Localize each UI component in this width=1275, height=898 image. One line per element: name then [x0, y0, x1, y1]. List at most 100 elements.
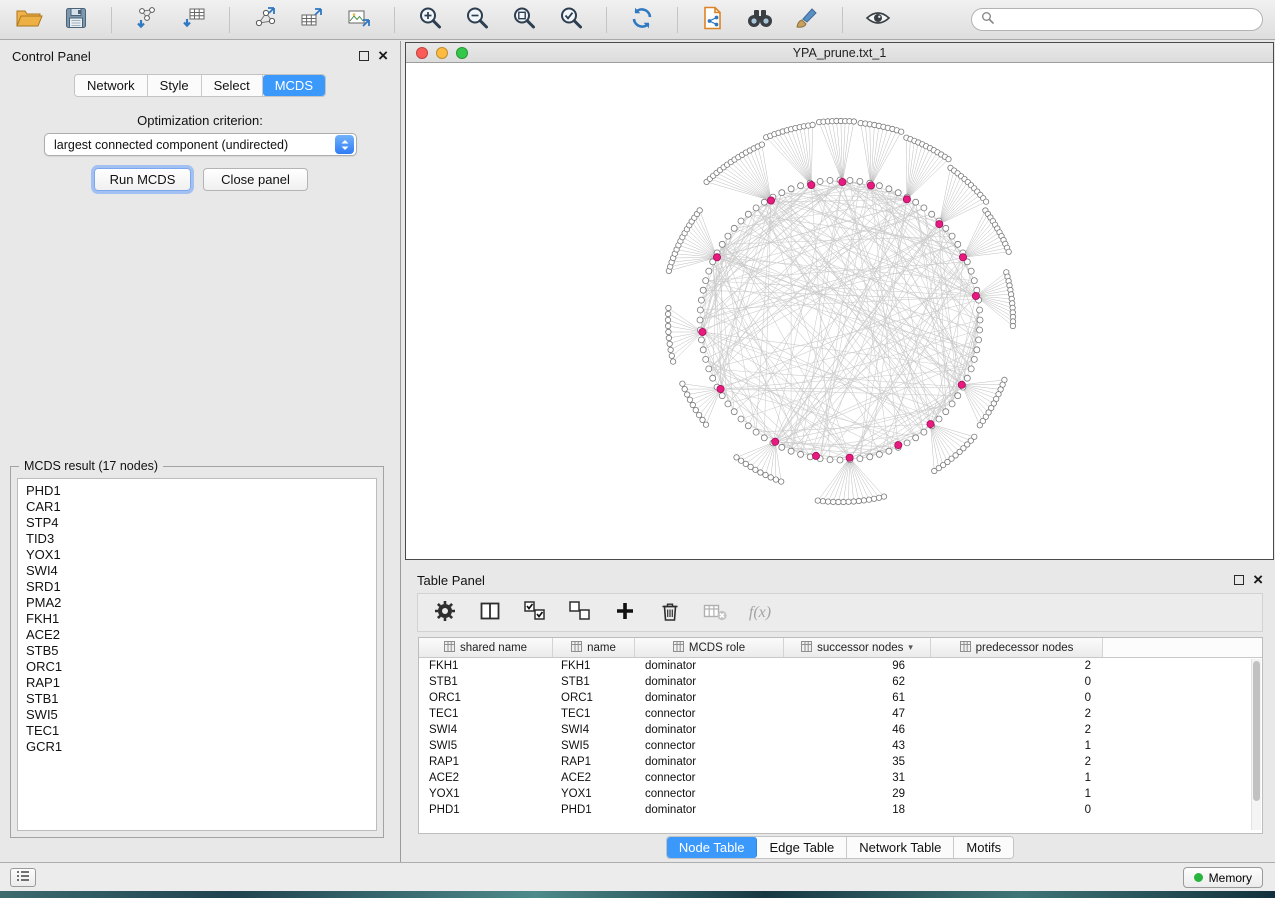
import-network-file-icon [134, 5, 160, 34]
desktop-wallpaper-strip [0, 891, 1275, 898]
control-panel-float-button[interactable] [359, 51, 369, 61]
mcds-result-item[interactable]: GCR1 [18, 739, 376, 755]
mcds-result-item[interactable]: STP4 [18, 515, 376, 531]
table-row[interactable]: TEC1TEC1connector472 [419, 706, 1262, 722]
network-graph[interactable] [406, 64, 1273, 559]
mcds-result-item[interactable]: SRD1 [18, 579, 376, 595]
table-row[interactable]: SWI5SWI5connector431 [419, 738, 1262, 754]
mcds-result-item[interactable]: RAP1 [18, 675, 376, 691]
table-row[interactable]: ACE2ACE2connector311 [419, 770, 1262, 786]
column-header-mcds-role[interactable]: MCDS role [635, 638, 784, 657]
minimize-traffic-light[interactable] [436, 47, 448, 59]
export-image-button[interactable] [340, 4, 378, 36]
column-header-name[interactable]: name [553, 638, 635, 657]
import-table-file-button[interactable] [175, 4, 213, 36]
apply-layout-button[interactable] [623, 4, 661, 36]
show-hide-details-button[interactable] [859, 4, 897, 36]
table-row[interactable]: STB1STB1dominator620 [419, 674, 1262, 690]
delete-column-button[interactable] [657, 599, 683, 627]
tab-mcds[interactable]: MCDS [263, 75, 325, 96]
graphics-details-button[interactable] [788, 4, 826, 36]
table-row[interactable]: FKH1FKH1dominator962 [419, 658, 1262, 674]
table-row[interactable]: YOX1YOX1connector291 [419, 786, 1262, 802]
close-traffic-light[interactable] [416, 47, 428, 59]
function-builder-button[interactable]: f(x) [747, 599, 773, 627]
mcds-result-item[interactable]: PHD1 [18, 483, 376, 499]
open-file-icon [15, 5, 43, 34]
tab-network-table[interactable]: Network Table [847, 837, 954, 858]
zoom-out-button[interactable] [458, 4, 496, 36]
memory-button[interactable]: Memory [1183, 867, 1263, 888]
zoom-traffic-light[interactable] [456, 47, 468, 59]
table-cell: STB1 [553, 674, 635, 690]
zoom-in-button[interactable] [411, 4, 449, 36]
export-table-button[interactable] [293, 4, 331, 36]
status-menu-button[interactable] [10, 868, 36, 887]
delete-table-button[interactable] [702, 599, 728, 627]
deselect-all-button[interactable] [567, 599, 593, 627]
zoom-fit-button[interactable] [505, 4, 543, 36]
mcds-result-item[interactable]: YOX1 [18, 547, 376, 563]
table-cell: ACE2 [553, 770, 635, 786]
tab-edge-table[interactable]: Edge Table [757, 837, 847, 858]
column-header-successor-nodes[interactable]: successor nodes▾ [784, 638, 931, 657]
save-session-button[interactable] [57, 4, 95, 36]
show-columns-button[interactable] [477, 599, 503, 627]
tab-style[interactable]: Style [148, 75, 202, 96]
table-row[interactable]: PHD1PHD1dominator180 [419, 802, 1262, 818]
mcds-result-item[interactable]: PMA2 [18, 595, 376, 611]
mcds-result-item[interactable]: STB5 [18, 643, 376, 659]
scrollbar-thumb[interactable] [1253, 661, 1260, 801]
mcds-result-list[interactable]: PHD1CAR1STP4TID3YOX1SWI4SRD1PMA2FKH1ACE2… [17, 478, 377, 831]
open-file-button[interactable] [10, 4, 48, 36]
column-header-label: predecessor nodes [976, 642, 1074, 654]
mcds-result-item[interactable]: ACE2 [18, 627, 376, 643]
select-all-button[interactable] [522, 599, 548, 627]
table-row[interactable]: ORC1ORC1dominator610 [419, 690, 1262, 706]
mcds-result-item[interactable]: TID3 [18, 531, 376, 547]
table-row[interactable]: SWI4SWI4dominator462 [419, 722, 1262, 738]
tab-motifs[interactable]: Motifs [954, 837, 1013, 858]
column-grip-icon [801, 641, 812, 655]
search-box[interactable] [971, 8, 1263, 31]
table-cell: dominator [635, 690, 784, 706]
close-panel-button[interactable]: Close panel [203, 168, 308, 191]
export-network-button[interactable] [246, 4, 284, 36]
table-cell: 31 [784, 770, 931, 786]
tab-node-table[interactable]: Node Table [667, 837, 758, 858]
mcds-result-item[interactable]: CAR1 [18, 499, 376, 515]
table-row[interactable]: RAP1RAP1dominator352 [419, 754, 1262, 770]
node-table[interactable]: shared name name MCDS role successor nodes▾… [418, 637, 1263, 834]
tab-network[interactable]: Network [75, 75, 148, 96]
table-scrollbar[interactable] [1251, 659, 1261, 830]
mcds-result-item[interactable]: TEC1 [18, 723, 376, 739]
search-input[interactable] [1000, 13, 1253, 27]
search-network-button[interactable] [741, 4, 779, 36]
toolbar-separator [842, 7, 843, 33]
zoom-selected-button[interactable] [552, 4, 590, 36]
column-header-shared-name[interactable]: shared name [419, 638, 553, 657]
column-header-label: MCDS role [689, 642, 745, 654]
table-panel-close-button[interactable]: × [1253, 574, 1263, 586]
column-header-predecessor-nodes[interactable]: predecessor nodes [931, 638, 1103, 657]
table-settings-button[interactable] [432, 599, 458, 627]
network-canvas[interactable] [406, 64, 1273, 559]
export-document-button[interactable] [694, 4, 732, 36]
mcds-result-item[interactable]: FKH1 [18, 611, 376, 627]
table-cell: ACE2 [419, 770, 553, 786]
tab-select[interactable]: Select [202, 75, 263, 96]
mcds-result-item[interactable]: SWI5 [18, 707, 376, 723]
control-panel-close-button[interactable]: × [378, 50, 388, 62]
mcds-result-item[interactable]: SWI4 [18, 563, 376, 579]
column-header-label: shared name [460, 642, 527, 654]
import-network-file-button[interactable] [128, 4, 166, 36]
table-cell: 35 [784, 754, 931, 770]
table-cell: 18 [784, 802, 931, 818]
mcds-result-item[interactable]: ORC1 [18, 659, 376, 675]
run-mcds-button[interactable]: Run MCDS [94, 168, 191, 191]
criterion-select[interactable]: largest connected component (undirected) [44, 133, 357, 156]
table-panel-float-button[interactable] [1234, 575, 1244, 585]
add-column-button[interactable] [612, 599, 638, 627]
mcds-result-item[interactable]: STB1 [18, 691, 376, 707]
mcds-result-group: MCDS result (17 nodes) PHD1CAR1STP4TID3Y… [10, 466, 384, 838]
